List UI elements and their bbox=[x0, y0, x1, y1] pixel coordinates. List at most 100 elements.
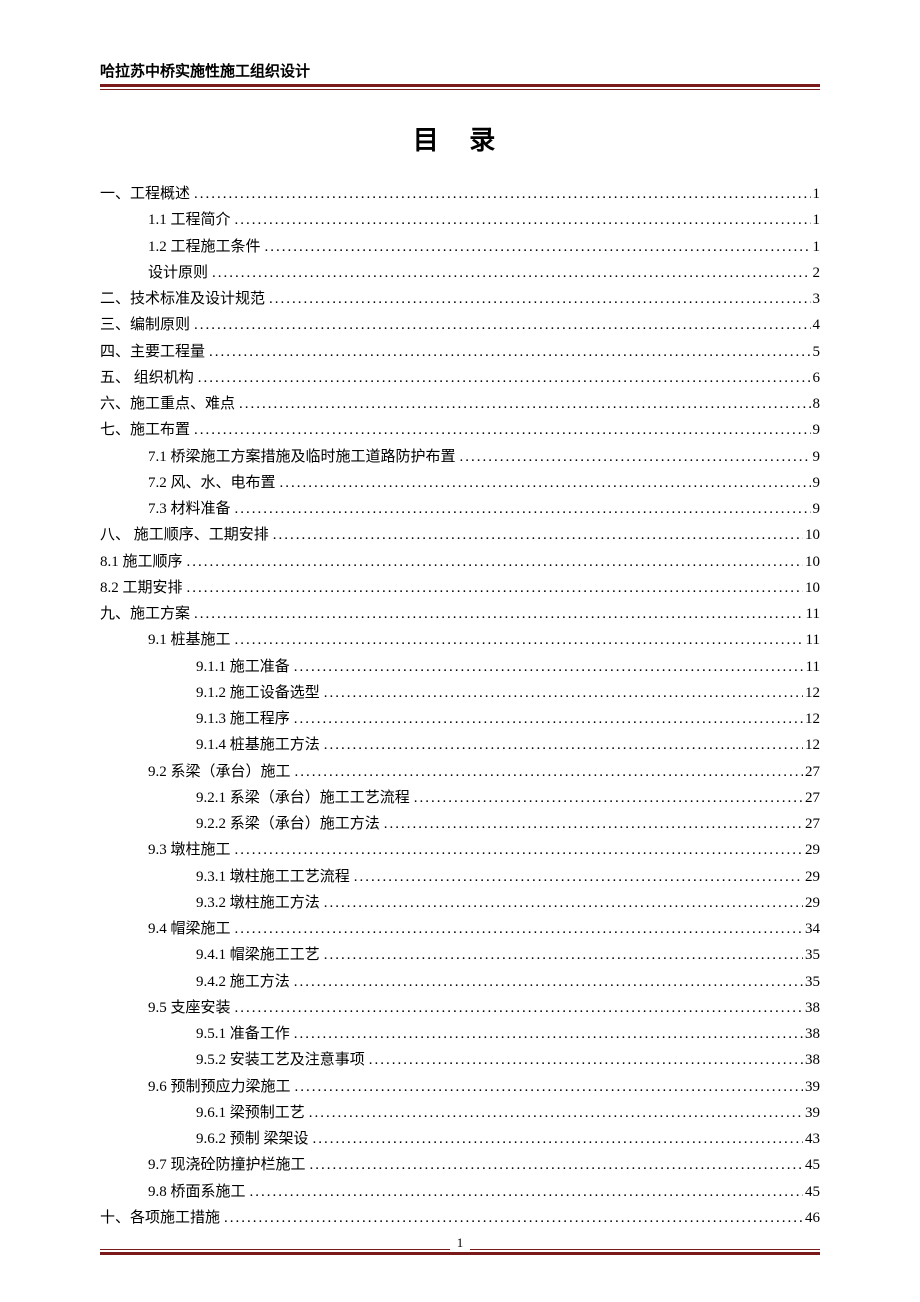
toc-leader-dots bbox=[350, 864, 803, 890]
toc-leader-dots bbox=[183, 549, 803, 575]
toc-entry-page: 45 bbox=[803, 1179, 820, 1205]
toc-entry-label: 9.1.1 施工准备 bbox=[196, 654, 290, 680]
toc-entry-page: 9 bbox=[811, 496, 821, 522]
doc-header-title: 哈拉苏中桥实施性施工组织设计 bbox=[100, 60, 820, 84]
toc-row[interactable]: 7.2 风、水、电布置9 bbox=[100, 470, 820, 496]
toc-entry-page: 3 bbox=[811, 286, 821, 312]
toc-row[interactable]: 二、技术标准及设计规范3 bbox=[100, 286, 820, 312]
toc-entry-page: 35 bbox=[803, 942, 820, 968]
toc-entry-label: 9.3.1 墩柱施工工艺流程 bbox=[196, 864, 350, 890]
toc-entry-page: 29 bbox=[803, 890, 820, 916]
toc-entry-page: 8 bbox=[811, 391, 821, 417]
toc-row[interactable]: 设计原则2 bbox=[100, 260, 820, 286]
toc-row[interactable]: 五、 组织机构6 bbox=[100, 365, 820, 391]
toc-leader-dots bbox=[290, 969, 803, 995]
toc-row[interactable]: 9.3.1 墩柱施工工艺流程 29 bbox=[100, 864, 820, 890]
toc-entry-label: 9.1.3 施工程序 bbox=[196, 706, 290, 732]
toc-entry-page: 1 bbox=[811, 207, 821, 233]
toc-row[interactable]: 7.3 材料准备9 bbox=[100, 496, 820, 522]
toc-leader-dots bbox=[320, 732, 803, 758]
toc-leader-dots bbox=[183, 575, 803, 601]
toc-row[interactable]: 9.3.2 墩柱施工方法 29 bbox=[100, 890, 820, 916]
toc-row[interactable]: 9.3 墩柱施工29 bbox=[100, 837, 820, 863]
toc-leader-dots bbox=[246, 1179, 803, 1205]
toc-entry-label: 9.1 桩基施工 bbox=[148, 627, 231, 653]
toc-row[interactable]: 9.6 预制预应力梁施工39 bbox=[100, 1074, 820, 1100]
toc-leader-dots bbox=[205, 339, 810, 365]
toc-row[interactable]: 8.1 施工顺序10 bbox=[100, 549, 820, 575]
header-rule bbox=[100, 84, 820, 90]
toc-row[interactable]: 9.1.3 施工程序 12 bbox=[100, 706, 820, 732]
toc-entry-page: 10 bbox=[803, 549, 820, 575]
toc-row[interactable]: 九、施工方案 11 bbox=[100, 601, 820, 627]
toc-entry-label: 9.7 现浇砼防撞护栏施工 bbox=[148, 1152, 306, 1178]
toc-leader-dots bbox=[290, 1021, 803, 1047]
toc-leader-dots bbox=[190, 601, 804, 627]
toc-entry-page: 10 bbox=[803, 522, 820, 548]
toc-row[interactable]: 9.7 现浇砼防撞护栏施工45 bbox=[100, 1152, 820, 1178]
toc-row[interactable]: 9.6.2 预制 梁架设43 bbox=[100, 1126, 820, 1152]
toc-entry-label: 9.8 桥面系施工 bbox=[148, 1179, 246, 1205]
toc-entry-label: 9.3.2 墩柱施工方法 bbox=[196, 890, 320, 916]
toc-leader-dots bbox=[194, 365, 811, 391]
toc-entry-label: 9.6.1 梁预制工艺 bbox=[196, 1100, 305, 1126]
toc-leader-dots bbox=[320, 680, 803, 706]
toc-row[interactable]: 9.4.1 帽梁施工工艺 35 bbox=[100, 942, 820, 968]
toc-entry-page: 11 bbox=[804, 601, 820, 627]
toc-entry-label: 1.1 工程简介 bbox=[148, 207, 231, 233]
toc-row[interactable]: 1.1 工程简介 1 bbox=[100, 207, 820, 233]
toc-row[interactable]: 六、施工重点、难点8 bbox=[100, 391, 820, 417]
toc-entry-page: 39 bbox=[803, 1100, 820, 1126]
toc-row[interactable]: 9.6.1 梁预制工艺 39 bbox=[100, 1100, 820, 1126]
toc-entry-page: 29 bbox=[803, 864, 820, 890]
toc-row[interactable]: 四、主要工程量5 bbox=[100, 339, 820, 365]
toc-entry-page: 1 bbox=[811, 181, 821, 207]
toc-row[interactable]: 9.4.2 施工方法 35 bbox=[100, 969, 820, 995]
toc-entry-page: 12 bbox=[803, 732, 820, 758]
toc-row[interactable]: 9.1 桩基施工11 bbox=[100, 627, 820, 653]
toc-leader-dots bbox=[190, 312, 810, 338]
toc-row[interactable]: 9.4 帽梁施工34 bbox=[100, 916, 820, 942]
toc-row[interactable]: 8.2 工期安排10 bbox=[100, 575, 820, 601]
toc-entry-label: 9.4.2 施工方法 bbox=[196, 969, 290, 995]
toc-row[interactable]: 9.5.2 安装工艺及注意事项38 bbox=[100, 1047, 820, 1073]
toc-leader-dots bbox=[231, 995, 803, 1021]
toc-entry-page: 35 bbox=[803, 969, 820, 995]
toc-leader-dots bbox=[190, 181, 810, 207]
toc-entry-label: 9.1.2 施工设备选型 bbox=[196, 680, 320, 706]
toc-entry-page: 27 bbox=[803, 759, 820, 785]
toc-entry-page: 12 bbox=[803, 680, 820, 706]
toc-row[interactable]: 7.1 桥梁施工方案措施及临时施工道路防护布置 9 bbox=[100, 444, 820, 470]
toc-leader-dots bbox=[320, 942, 803, 968]
toc-row[interactable]: 9.1.1 施工准备11 bbox=[100, 654, 820, 680]
toc-entry-label: 8.2 工期安排 bbox=[100, 575, 183, 601]
toc-row[interactable]: 9.1.2 施工设备选型 12 bbox=[100, 680, 820, 706]
toc-entry-label: 9.6.2 预制 梁架设 bbox=[196, 1126, 309, 1152]
toc-row[interactable]: 9.8 桥面系施工 45 bbox=[100, 1179, 820, 1205]
toc-row[interactable]: 9.2.1 系梁（承台）施工工艺流程27 bbox=[100, 785, 820, 811]
toc-entry-page: 27 bbox=[803, 785, 820, 811]
toc-row[interactable]: 9.2.2 系梁（承台）施工方法27 bbox=[100, 811, 820, 837]
toc-row[interactable]: 八、 施工顺序、工期安排10 bbox=[100, 522, 820, 548]
toc-leader-dots bbox=[291, 759, 803, 785]
toc-entry-page: 39 bbox=[803, 1074, 820, 1100]
toc-entry-label: 7.1 桥梁施工方案措施及临时施工道路防护布置 bbox=[148, 444, 456, 470]
toc-row[interactable]: 9.5 支座安装38 bbox=[100, 995, 820, 1021]
toc-row[interactable]: 三、编制原则4 bbox=[100, 312, 820, 338]
toc-entry-label: 十、各项施工措施 bbox=[100, 1205, 220, 1231]
toc-row[interactable]: 1.2 工程施工条件1 bbox=[100, 234, 820, 260]
toc-row[interactable]: 9.5.1 准备工作38 bbox=[100, 1021, 820, 1047]
toc-entry-page: 12 bbox=[803, 706, 820, 732]
toc-row[interactable]: 一、工程概述 1 bbox=[100, 181, 820, 207]
toc-entry-label: 一、工程概述 bbox=[100, 181, 190, 207]
toc-entry-page: 9 bbox=[811, 444, 821, 470]
toc-row[interactable]: 七、施工布置9 bbox=[100, 417, 820, 443]
toc-entry-label: 9.4.1 帽梁施工工艺 bbox=[196, 942, 320, 968]
toc-row[interactable]: 9.1.4 桩基施工方法12 bbox=[100, 732, 820, 758]
toc-list: 一、工程概述11.1 工程简介11.2 工程施工条件1设计原则2二、技术标准及设… bbox=[100, 181, 820, 1231]
toc-row[interactable]: 十、各项施工措施46 bbox=[100, 1205, 820, 1231]
toc-row[interactable]: 9.2 系梁（承台）施工27 bbox=[100, 759, 820, 785]
toc-leader-dots bbox=[235, 391, 810, 417]
toc-entry-label: 9.5.2 安装工艺及注意事项 bbox=[196, 1047, 365, 1073]
toc-entry-label: 九、施工方案 bbox=[100, 601, 190, 627]
